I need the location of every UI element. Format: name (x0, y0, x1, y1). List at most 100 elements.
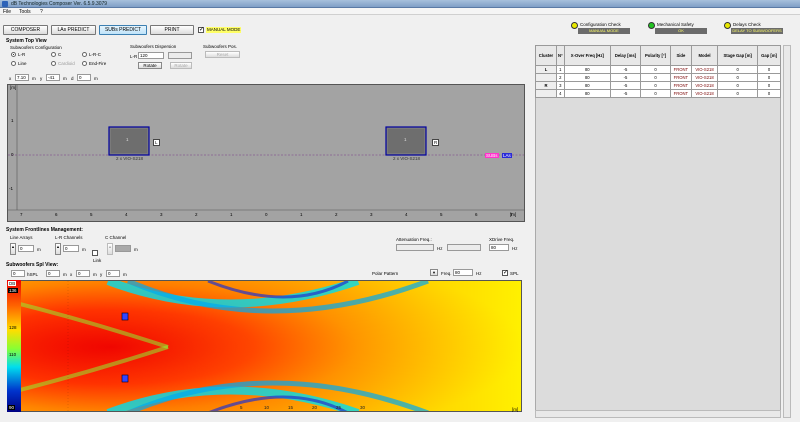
spl-x-tick: 5 (240, 405, 243, 410)
right-sub-tag[interactable]: R (432, 139, 440, 146)
col-delay[interactable]: Delay [ms] (609, 45, 642, 66)
cell-model[interactable]: VIO-S218 (690, 65, 719, 74)
cell-delay[interactable]: -5 (609, 73, 642, 82)
la-spinner[interactable]: ▴ (10, 243, 16, 255)
table-row[interactable]: 2 80 -5 0 FRONT VIO-S218 0 0 (535, 73, 781, 82)
cell-cluster[interactable]: L (535, 65, 557, 74)
col-polarity[interactable]: Polarity [°] (640, 45, 671, 66)
radio-lr[interactable] (11, 52, 16, 57)
radio-line[interactable] (11, 61, 16, 66)
cell-model[interactable]: VIO-S218 (690, 73, 719, 82)
spl-z-field[interactable]: 0 (106, 270, 120, 277)
left-sub-tag[interactable]: L (153, 139, 160, 146)
cell-delay[interactable]: -5 (609, 81, 642, 90)
spl-heatmap[interactable] (7, 280, 522, 412)
cell-cluster[interactable]: R (535, 81, 557, 90)
radio-lrc[interactable] (82, 52, 87, 57)
radio-endfire[interactable] (82, 61, 87, 66)
c-distance-field[interactable] (115, 245, 131, 252)
c-spinner[interactable]: ▴ (107, 243, 113, 255)
col-gap[interactable]: Gap [m] (757, 45, 781, 66)
col-side[interactable]: Side (669, 45, 692, 66)
col-model[interactable]: Model (690, 45, 719, 66)
spl-x-field[interactable]: 0 (46, 270, 60, 277)
freq-select[interactable]: 80 (453, 269, 473, 276)
spl-height-field[interactable]: 0 (11, 270, 25, 277)
cell-side[interactable]: FRONT (669, 89, 692, 98)
manual-mode-checkbox[interactable] (198, 26, 204, 33)
mechanical-value: OK (655, 28, 707, 34)
legend-subs: SUBs (485, 153, 499, 158)
lr-spinner[interactable]: ▴ (55, 243, 61, 255)
top-view-plot[interactable]: [m] 1 0 -1 1 2 x VIO-S218 L 1 2 x VIO-S2… (7, 84, 525, 222)
rotate-button-2[interactable]: Rotate (170, 62, 192, 69)
cell-gap[interactable]: 0 (757, 73, 781, 82)
cell-cluster[interactable] (535, 89, 557, 98)
radio-c[interactable] (51, 52, 56, 57)
configuration-value: MANUAL MODE (578, 28, 630, 34)
x-tick: 5 (90, 212, 93, 217)
cell-side[interactable]: FRONT (669, 81, 692, 90)
subs-predict-button[interactable]: SUBs PREDICT (99, 25, 147, 35)
cell-pol[interactable]: 0 (640, 89, 671, 98)
table-row[interactable]: 4 80 -5 0 FRONT VIO-S218 0 0 (535, 89, 781, 98)
cell-model[interactable]: VIO-S218 (690, 81, 719, 90)
cell-n[interactable]: 4 (555, 89, 565, 98)
y-unit-label: [m] (10, 85, 17, 90)
xdrive-select[interactable]: 80 (489, 244, 509, 251)
cell-n[interactable]: 3 (555, 81, 565, 90)
cell-n[interactable]: 1 (555, 65, 565, 74)
cell-stage[interactable]: 0 (717, 73, 759, 82)
spl-checkbox[interactable] (502, 269, 508, 276)
cell-delay[interactable]: -5 (609, 65, 642, 74)
spl-colorbar: DB 136 128 110 90 (7, 280, 21, 412)
cell-gap[interactable]: 0 (757, 65, 781, 74)
col-cluster[interactable]: Cluster (535, 45, 557, 66)
cell-xover[interactable]: 80 (563, 65, 611, 74)
table-row[interactable]: R 3 80 -5 0 FRONT VIO-S218 0 0 (535, 81, 781, 90)
col-xover[interactable]: X-Over Freq [Hz] (563, 45, 611, 66)
cell-pol[interactable]: 0 (640, 73, 671, 82)
cell-stage[interactable]: 0 (717, 89, 759, 98)
col-n[interactable]: N° (555, 45, 565, 66)
spl-x-tick: 15 (288, 405, 294, 410)
print-button[interactable]: PRINT (150, 25, 194, 35)
cell-xover[interactable]: 80 (563, 89, 611, 98)
cell-stage[interactable]: 0 (717, 65, 759, 74)
radio-cardioid[interactable] (51, 61, 56, 66)
cell-gap[interactable]: 0 (757, 81, 781, 90)
cell-side[interactable]: FRONT (669, 65, 692, 74)
cell-stage[interactable]: 0 (717, 81, 759, 90)
x-coord-field[interactable]: 7.10 (15, 74, 29, 81)
polar-dropdown-icon[interactable]: ▾ (430, 269, 438, 276)
link-checkbox[interactable] (92, 250, 98, 256)
d-coord-field[interactable]: 0 (77, 74, 91, 81)
composer-button[interactable]: COMPOSER (3, 25, 48, 35)
cell-pol[interactable]: 0 (640, 65, 671, 74)
horizontal-scrollbar[interactable] (535, 410, 781, 418)
dispersion-select-2[interactable] (168, 52, 192, 59)
y-coord-field[interactable]: -41 (46, 74, 60, 81)
cell-xover[interactable]: 80 (563, 81, 611, 90)
table-row[interactable]: L 1 80 -5 0 FRONT VIO-S218 0 0 (535, 65, 781, 74)
configuration-led-icon (571, 22, 578, 29)
cell-gap[interactable]: 0 (757, 89, 781, 98)
lr-distance-field[interactable]: 0 (63, 245, 79, 252)
vertical-scrollbar[interactable] (783, 45, 791, 418)
cell-n[interactable]: 2 (555, 73, 565, 82)
la-predict-button[interactable]: LAs PREDICT (51, 25, 96, 35)
attenuation-select[interactable] (396, 244, 434, 251)
col-stage-gap[interactable]: Stage Gap [m] (717, 45, 759, 66)
spl-y-field[interactable]: 0 (76, 270, 90, 277)
cell-model[interactable]: VIO-S218 (690, 89, 719, 98)
cell-delay[interactable]: -5 (609, 89, 642, 98)
cell-cluster[interactable] (535, 73, 557, 82)
attenuation-select-2[interactable] (447, 244, 481, 251)
cell-side[interactable]: FRONT (669, 73, 692, 82)
rotate-button[interactable]: Rotate (138, 62, 162, 69)
la-distance-field[interactable]: 0 (18, 245, 34, 252)
lr-dispersion-select[interactable]: 120 (138, 52, 164, 59)
cell-xover[interactable]: 80 (563, 73, 611, 82)
reset-button[interactable]: Reset (205, 51, 240, 58)
cell-pol[interactable]: 0 (640, 81, 671, 90)
